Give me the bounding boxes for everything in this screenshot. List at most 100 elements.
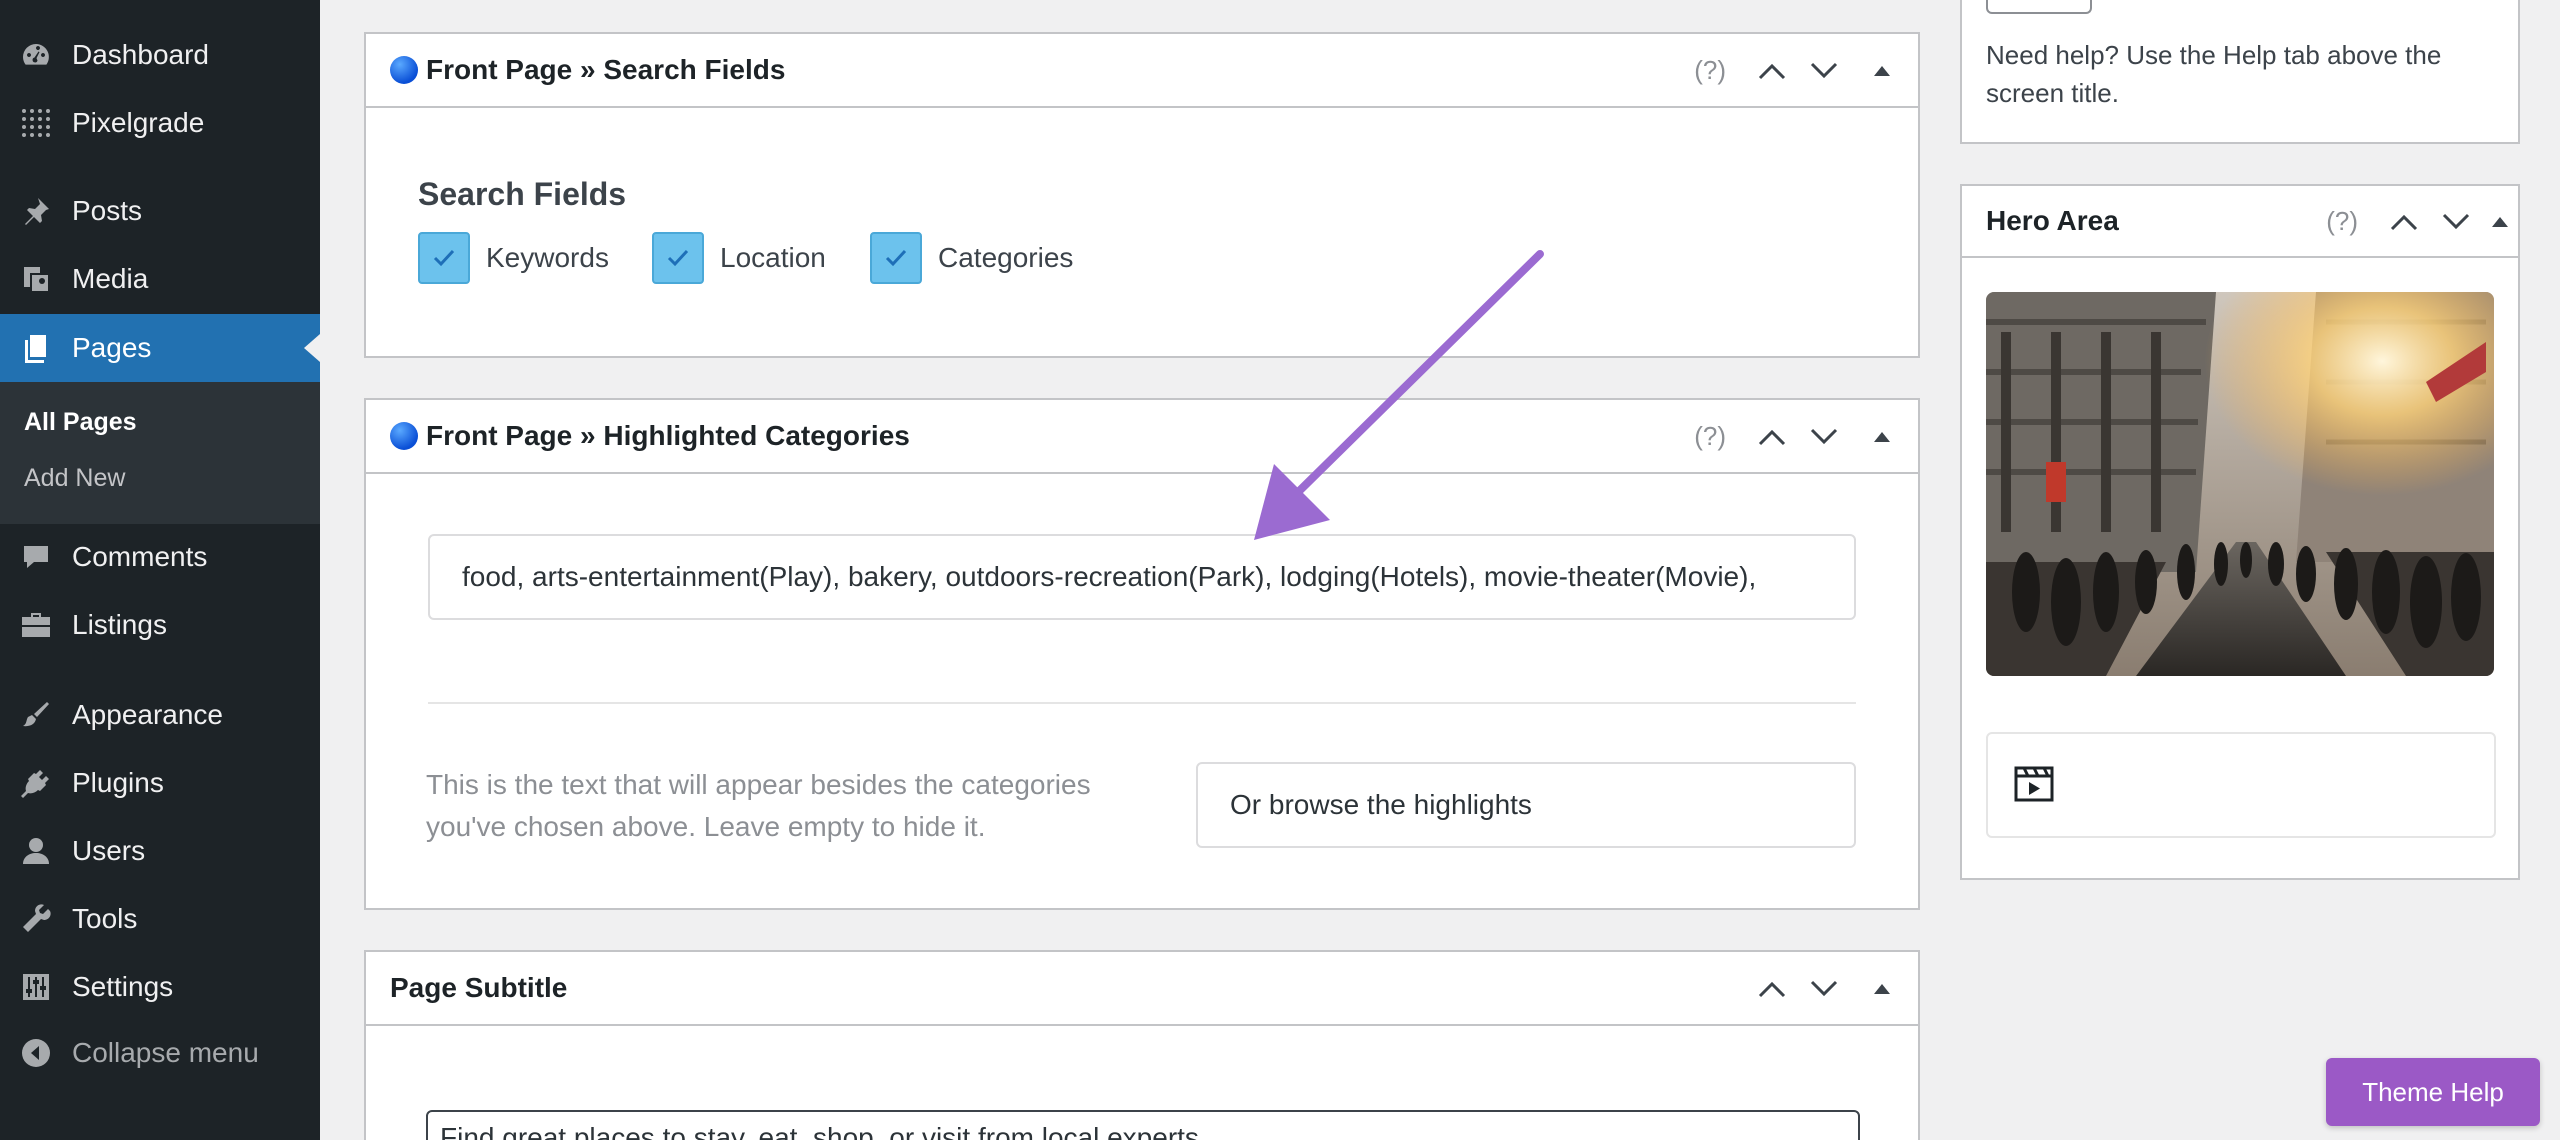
dashboard-icon <box>18 37 54 73</box>
chevron-down-icon <box>1810 980 1838 997</box>
triangle-up-icon <box>1874 66 1890 76</box>
toggle-panel-button[interactable] <box>1864 419 1900 455</box>
sidebar-item-plugins[interactable]: Plugins <box>0 750 320 816</box>
pages-submenu: All Pages Add New <box>0 382 320 524</box>
sliders-icon <box>18 969 54 1005</box>
video-icon <box>2014 766 2054 807</box>
toggle-panel-button[interactable] <box>1864 971 1900 1007</box>
chevron-up-icon <box>2390 214 2418 231</box>
postbox-title-text: Front Page » Search Fields <box>426 54 786 85</box>
triangle-up-icon <box>2492 217 2508 227</box>
postbox-title-text: Front Page » Highlighted Categories <box>426 420 910 451</box>
categories-input[interactable]: food, arts-entertainment(Play), bakery, … <box>428 534 1856 620</box>
checkbox-checked-icon[interactable] <box>652 232 704 284</box>
theme-help-button[interactable]: Theme Help <box>2326 1058 2540 1126</box>
triangle-up-icon <box>1874 432 1890 442</box>
move-down-button[interactable] <box>1806 419 1842 455</box>
wrench-icon <box>18 901 54 937</box>
help-button[interactable]: (?) <box>1694 421 1726 452</box>
toggle-panel-button[interactable] <box>1864 53 1900 89</box>
sidebar-item-tools[interactable]: Tools <box>0 886 320 952</box>
browse-text-input[interactable]: Or browse the highlights <box>1196 762 1856 848</box>
move-up-button[interactable] <box>1754 53 1790 89</box>
chevron-up-icon <box>1758 429 1786 446</box>
sidebar-item-dashboard[interactable]: Dashboard <box>0 22 320 88</box>
pages-icon <box>18 330 54 366</box>
postbox-header: Front Page » Search Fields (?) <box>366 34 1918 108</box>
pin-icon <box>18 193 54 229</box>
search-fields-heading: Search Fields <box>418 176 627 212</box>
collapse-menu-button[interactable]: Collapse menu <box>0 1020 320 1086</box>
plug-icon <box>18 765 54 801</box>
blue-dot-icon <box>390 422 418 450</box>
collapse-icon <box>18 1035 54 1071</box>
briefcase-icon <box>18 607 54 643</box>
browse-text-description: This is the text that will appear beside… <box>426 769 1091 842</box>
checkbox-keywords[interactable]: Keywords <box>418 232 609 284</box>
sidebar-label: Tools <box>72 903 138 934</box>
sidebar-item-posts[interactable]: Posts <box>0 178 320 244</box>
blue-dot-icon <box>390 56 418 84</box>
sidebar-label: Comments <box>72 541 208 572</box>
move-down-button[interactable] <box>1806 53 1842 89</box>
sidebar-label: Pixelgrade <box>72 107 205 138</box>
divider <box>428 702 1856 704</box>
sidebar-item-listings[interactable]: Listings <box>0 592 320 658</box>
media-icon <box>18 261 54 297</box>
chevron-down-icon <box>1810 62 1838 79</box>
sidebar-item-appearance[interactable]: Appearance <box>0 682 320 748</box>
checkbox-categories[interactable]: Categories <box>870 232 1073 284</box>
collapse-menu-label: Collapse menu <box>72 1037 259 1068</box>
toggle-panel-button[interactable] <box>2482 204 2518 240</box>
postbox-header: Page Subtitle <box>366 952 1918 1026</box>
video-upload-area[interactable] <box>1986 732 2496 838</box>
checkbox-label: Location <box>720 242 826 273</box>
sidebar-label: Pages <box>72 332 152 363</box>
postbox-header: Front Page » Highlighted Categories (?) <box>366 400 1918 474</box>
move-up-button[interactable] <box>1754 971 1790 1007</box>
postbox-title-text: Hero Area <box>1986 205 2119 236</box>
help-note: Need help? Use the Help tab above the sc… <box>1986 40 2442 108</box>
sidebar-item-users[interactable]: Users <box>0 818 320 884</box>
grid-icon <box>18 105 54 141</box>
move-up-button[interactable] <box>1754 419 1790 455</box>
move-down-button[interactable] <box>1806 971 1842 1007</box>
sidebar-label: Posts <box>72 195 143 226</box>
sidebar-item-media[interactable]: Media <box>0 246 320 312</box>
subtitle-input[interactable]: Find great places to stay, eat, shop, or… <box>426 1110 1860 1140</box>
sidebar-item-pixelgrade[interactable]: Pixelgrade <box>0 90 320 156</box>
postbox-title: Front Page » Highlighted Categories <box>390 420 910 452</box>
page-subtitle-box: Page Subtitle Find great places to stay,… <box>364 950 1920 1140</box>
postbox-title-text: Page Subtitle <box>390 972 568 1003</box>
postbox-header: Hero Area (?) <box>1962 186 2518 258</box>
sidebar-label: Media <box>72 263 149 294</box>
publish-help-box: Need help? Use the Help tab above the sc… <box>1960 0 2520 144</box>
submenu-add-new[interactable]: Add New <box>24 464 125 493</box>
sidebar-item-settings[interactable]: Settings <box>0 954 320 1020</box>
postbox-title: Front Page » Search Fields <box>390 54 785 86</box>
postbox-title: Page Subtitle <box>390 972 567 1004</box>
partial-button[interactable] <box>1986 0 2092 14</box>
checkbox-checked-icon[interactable] <box>418 232 470 284</box>
sidebar-label: Appearance <box>72 699 224 730</box>
sidebar-item-pages[interactable]: Pages <box>0 314 320 382</box>
move-up-button[interactable] <box>2386 204 2422 240</box>
triangle-up-icon <box>1874 984 1890 994</box>
chevron-down-icon <box>2442 213 2470 230</box>
checkbox-checked-icon[interactable] <box>870 232 922 284</box>
checkbox-location[interactable]: Location <box>652 232 826 284</box>
sidebar-item-comments[interactable]: Comments <box>0 524 320 590</box>
chevron-up-icon <box>1758 981 1786 998</box>
submenu-all-pages[interactable]: All Pages <box>24 408 137 437</box>
help-button[interactable]: (?) <box>2326 206 2358 237</box>
chevron-up-icon <box>1758 63 1786 80</box>
sidebar-label: Users <box>72 835 146 866</box>
sidebar-label: Plugins <box>72 767 164 798</box>
move-down-button[interactable] <box>2438 204 2474 240</box>
sidebar-label: Listings <box>72 609 167 640</box>
annotation-arrow-icon <box>1254 250 1544 540</box>
hero-image[interactable] <box>1986 292 2494 676</box>
chevron-down-icon <box>1810 428 1838 445</box>
postbox-title: Hero Area <box>1986 205 2119 237</box>
help-button[interactable]: (?) <box>1694 55 1726 86</box>
